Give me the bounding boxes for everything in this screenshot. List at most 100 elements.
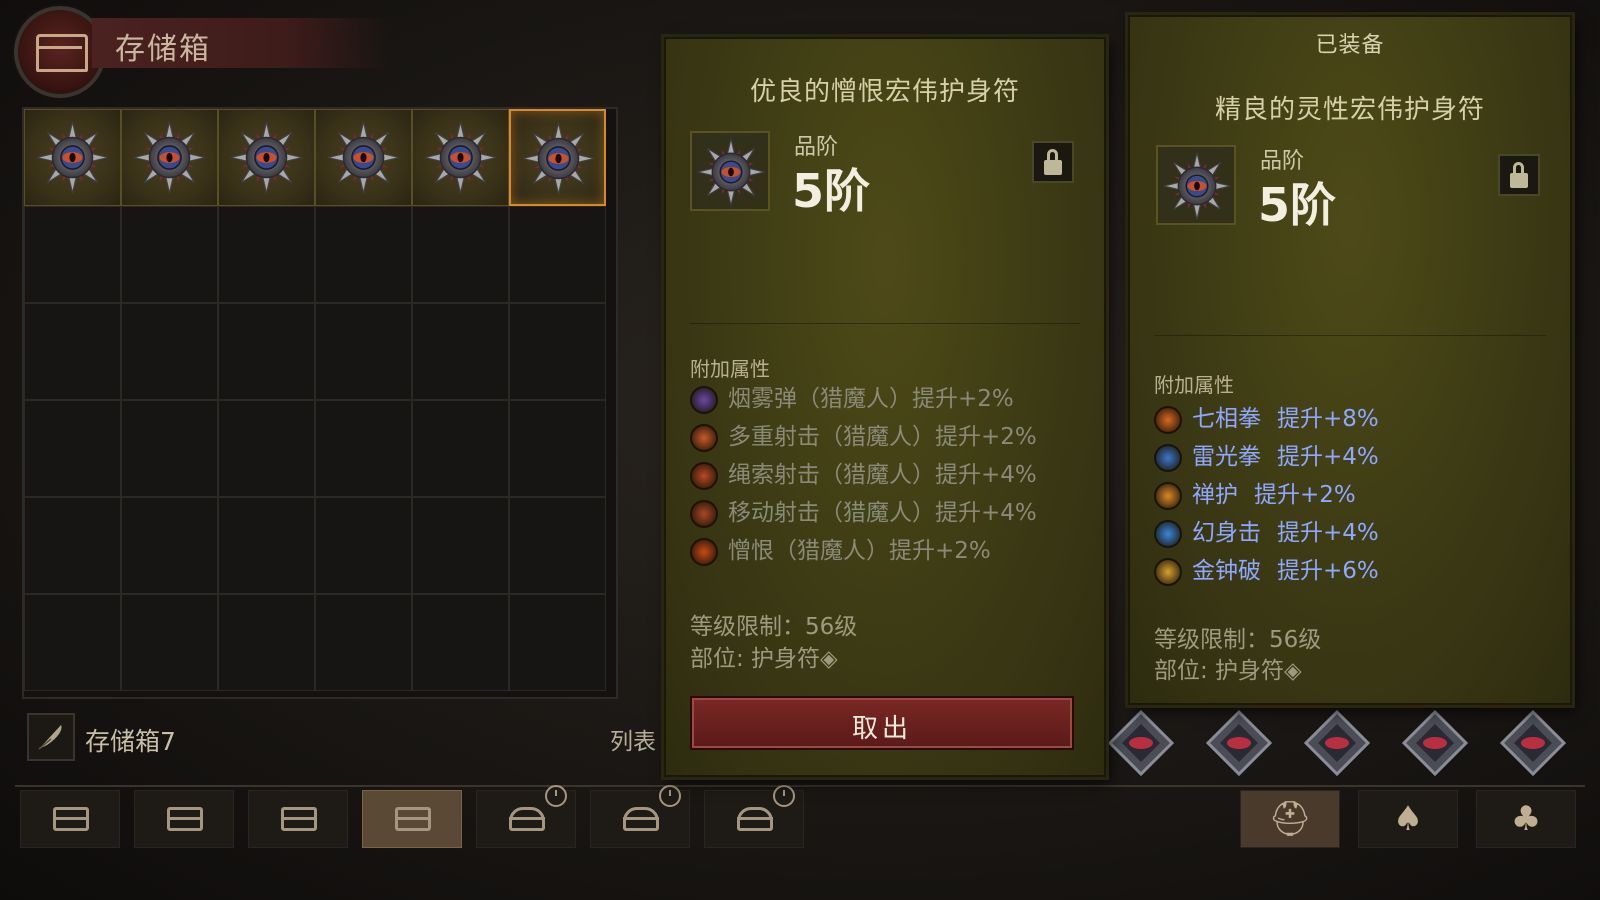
dashing-strike-icon: [1154, 519, 1182, 548]
storage-slot[interactable]: [412, 594, 509, 691]
gem-slot-icon[interactable]: [1106, 708, 1176, 778]
chest-icon: [281, 807, 317, 831]
affix-row: 移动射击（猎魔人）提升+4%: [690, 493, 1037, 528]
storage-slot[interactable]: [315, 497, 412, 594]
storage-slot[interactable]: [509, 497, 606, 594]
amulet-icon: [230, 121, 303, 194]
storage-slot[interactable]: [24, 109, 121, 206]
chest-icon: [509, 807, 545, 831]
storage-slot[interactable]: [218, 594, 315, 691]
lock-toggle-button[interactable]: [1032, 141, 1074, 183]
fists-of-thunder-icon: [1154, 443, 1182, 472]
storage-slot[interactable]: [24, 497, 121, 594]
storage-tab[interactable]: [476, 785, 576, 848]
storage-slot[interactable]: [121, 400, 218, 497]
storage-slot[interactable]: [412, 109, 509, 206]
storage-slot[interactable]: [24, 400, 121, 497]
storage-slot[interactable]: [121, 109, 218, 206]
affix-row: 禅护 提升+2%: [1154, 475, 1356, 510]
gem-slot-icon[interactable]: [1302, 708, 1372, 778]
gem-slot-icon[interactable]: [1204, 708, 1274, 778]
storage-tab[interactable]: [704, 785, 804, 848]
inventory-tab[interactable]: ♣: [1476, 790, 1576, 848]
storage-slot[interactable]: [315, 206, 412, 303]
affix-text: 移动射击（猎魔人）提升+4%: [728, 500, 1037, 526]
storage-tab[interactable]: [134, 790, 234, 848]
storage-slot[interactable]: [24, 206, 121, 303]
take-out-label: 取出: [851, 714, 912, 744]
smoke-bomb-icon: [690, 385, 718, 414]
storage-tab[interactable]: [362, 790, 462, 848]
storage-slot[interactable]: [509, 303, 606, 400]
selected-item-panel: 优良的憎恨宏伟护身符 品阶 5阶 附加属性 烟雾弹（猎魔人）提升+2% 多重射击（…: [664, 37, 1106, 777]
rename-quill-button[interactable]: [27, 713, 75, 761]
item-slot: 部位: 护身符◈: [690, 646, 838, 672]
inventory-tab[interactable]: ♠: [1358, 790, 1458, 848]
list-view-button[interactable]: 列表: [610, 722, 656, 756]
amulet-icon: [1163, 152, 1231, 220]
clock-icon: [659, 785, 681, 807]
chest-icon: [395, 807, 431, 831]
storage-grid: [22, 107, 618, 699]
equipped-header: 已装备: [1315, 33, 1385, 58]
affix-section-title: 附加属性: [690, 357, 770, 381]
seven-sided-strike-icon: [1154, 405, 1182, 434]
storage-slot[interactable]: [412, 303, 509, 400]
storage-slot[interactable]: [121, 497, 218, 594]
affix-bonus: 提升+6%: [1277, 558, 1379, 584]
chest-icon: [623, 807, 659, 831]
storage-slot[interactable]: [509, 594, 606, 691]
storage-slot[interactable]: [218, 497, 315, 594]
lock-toggle-button[interactable]: [1498, 154, 1540, 196]
storage-slot[interactable]: [315, 109, 412, 206]
gem-slot-icon[interactable]: [1400, 708, 1470, 778]
storage-tab[interactable]: [248, 790, 348, 848]
storage-slot[interactable]: [121, 594, 218, 691]
storage-slot[interactable]: [509, 109, 606, 206]
storage-slot[interactable]: [412, 206, 509, 303]
storage-slot[interactable]: [509, 206, 606, 303]
affix-row: 金钟破 提升+6%: [1154, 551, 1379, 586]
pouch-icon: ♠: [1392, 799, 1424, 839]
item-slot: 部位: 护身符◈: [1154, 658, 1302, 684]
storage-slot[interactable]: [24, 303, 121, 400]
affix-section-title: 附加属性: [1154, 373, 1234, 397]
helmet-icon: ⛑: [1268, 799, 1312, 839]
affix-bonus: 提升+8%: [1277, 406, 1379, 432]
affix-bonus: 提升+4%: [1277, 444, 1379, 470]
affix-skill-name: 禅护: [1192, 482, 1238, 508]
storage-slot[interactable]: [121, 206, 218, 303]
storage-slot[interactable]: [24, 594, 121, 691]
chest-icon: [53, 807, 89, 831]
equipped-item-name: 精良的灵性宏伟护身符: [1214, 95, 1485, 125]
storage-slot[interactable]: [315, 400, 412, 497]
level-requirement: 等级限制：56级: [690, 614, 858, 640]
storage-slot[interactable]: [218, 206, 315, 303]
storage-slot[interactable]: [315, 594, 412, 691]
affix-text: 绳索射击（猎魔人）提升+4%: [728, 462, 1037, 488]
tier-value: 5阶: [1258, 178, 1337, 232]
affix-row: 烟雾弹（猎魔人）提升+2%: [690, 379, 1014, 414]
take-out-button[interactable]: 取出: [690, 696, 1074, 750]
inventory-tab[interactable]: ⛑: [1240, 790, 1340, 848]
clock-icon: [545, 785, 567, 807]
storage-slot[interactable]: [218, 400, 315, 497]
tier-value: 5阶: [792, 164, 871, 218]
divider: [1154, 335, 1546, 336]
storage-slot[interactable]: [412, 497, 509, 594]
storage-slot[interactable]: [121, 303, 218, 400]
storage-slot[interactable]: [509, 400, 606, 497]
storage-slot[interactable]: [412, 400, 509, 497]
serenity-icon: [1154, 481, 1182, 510]
storage-slot[interactable]: [218, 303, 315, 400]
page-title: 存储箱: [115, 32, 211, 67]
storage-slot[interactable]: [218, 109, 315, 206]
affix-skill-name: 金钟破: [1192, 558, 1261, 584]
affix-skill-name: 七相拳: [1192, 406, 1261, 432]
bag-icon: ♣: [1510, 799, 1542, 839]
storage-tab[interactable]: [590, 785, 690, 848]
storage-tab[interactable]: [20, 790, 120, 848]
affix-skill-name: 幻身击: [1192, 520, 1261, 546]
gem-slot-icon[interactable]: [1498, 708, 1568, 778]
storage-slot[interactable]: [315, 303, 412, 400]
